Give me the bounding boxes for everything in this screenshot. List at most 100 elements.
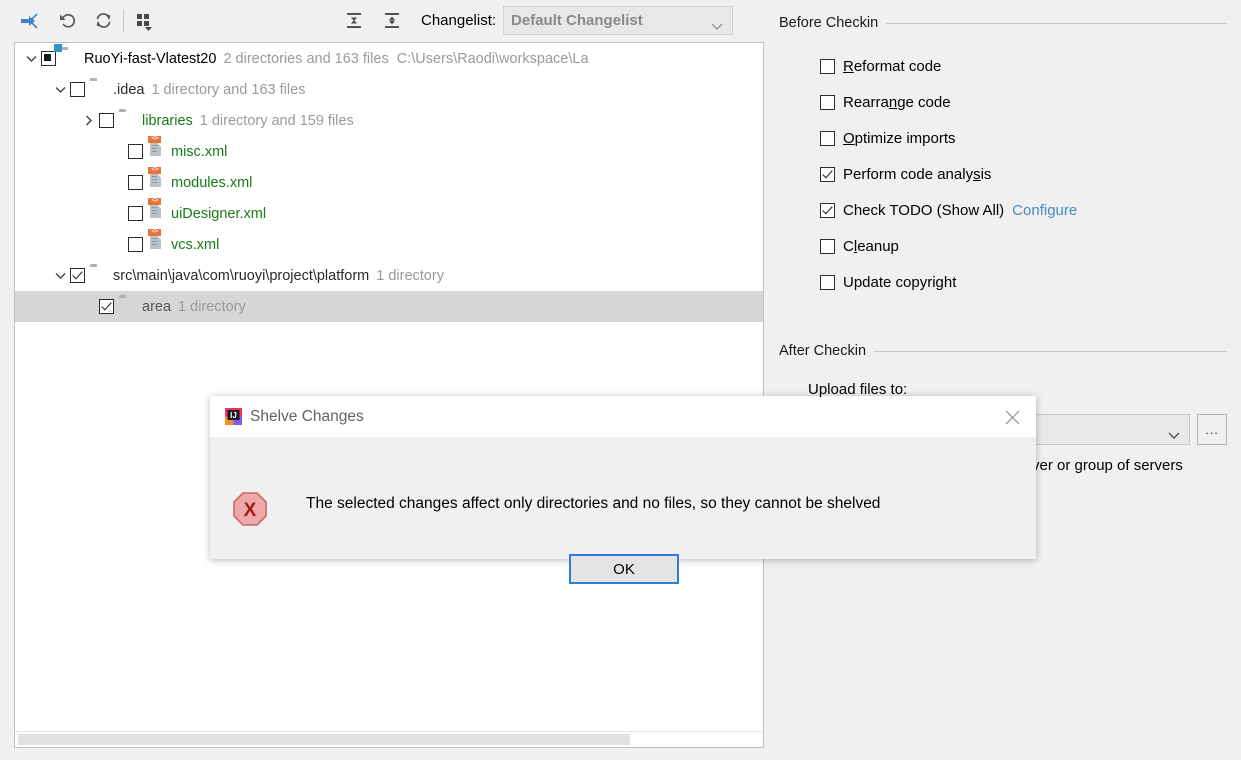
option-update-copyright[interactable]: Update copyright xyxy=(820,274,956,291)
ok-button[interactable]: OK xyxy=(569,554,679,584)
tree-row-path: C:\Users\Raodi\workspace\La xyxy=(396,50,589,67)
tree-row-checkbox[interactable] xyxy=(70,268,85,283)
svg-text:IJ: IJ xyxy=(230,411,237,420)
option-rearrange-code[interactable]: Rearrange code xyxy=(820,94,951,111)
dialog-title: Shelve Changes xyxy=(250,407,364,425)
folder-icon xyxy=(119,112,137,129)
option-perform-code-analysis[interactable]: Perform code analysis xyxy=(820,166,991,183)
option-optimize-imports[interactable]: Optimize imports xyxy=(820,130,956,147)
dialog-message: The selected changes affect only directo… xyxy=(306,495,881,512)
tree-row-name: src\main\java\com\ruoyi\project\platform xyxy=(113,267,370,284)
tree-row[interactable]: .idea 1 directory and 163 files xyxy=(15,74,763,105)
shelve-silently-icon[interactable] xyxy=(14,6,44,36)
rearrange-code-label: Rearrange code xyxy=(843,94,951,111)
rearrange-code-checkbox[interactable] xyxy=(820,95,835,110)
tree-row-checkbox[interactable] xyxy=(128,144,143,159)
collapse-all-icon[interactable] xyxy=(377,6,407,36)
tree-row-name: vcs.xml xyxy=(171,236,220,253)
tree-row[interactable]: <> modules.xml xyxy=(15,167,763,198)
tree-row[interactable]: src\main\java\com\ruoyi\project\platform… xyxy=(15,260,763,291)
intellij-idea-logo-icon: IJ xyxy=(225,408,242,425)
scrollbar-thumb[interactable] xyxy=(18,734,630,745)
tree-expander-collapse-icon[interactable] xyxy=(23,51,39,67)
folder-icon xyxy=(90,81,108,98)
check-todo-checkbox[interactable] xyxy=(820,203,835,218)
toolbar: Changelist: Default Changelist xyxy=(0,0,765,41)
tree-row-name: RuoYi-fast-Vlatest20 xyxy=(84,50,217,67)
xml-file-icon: <> xyxy=(148,136,166,160)
tree-row[interactable]: RuoYi-fast-Vlatest20 2 directories and 16… xyxy=(15,43,763,74)
update-copyright-checkbox[interactable] xyxy=(820,275,835,290)
refresh-icon[interactable] xyxy=(88,6,118,36)
tree-row[interactable]: <> uiDesigner.xml xyxy=(15,198,763,229)
checkin-options-panel: Before Checkin Reformat code Rearrange co… xyxy=(770,0,1241,760)
after-checkin-header: After Checkin xyxy=(779,343,1227,359)
xml-file-icon: <> xyxy=(148,167,166,191)
tree-horizontal-scrollbar[interactable] xyxy=(15,731,763,747)
tree-row-name: misc.xml xyxy=(171,143,228,160)
tree-row[interactable]: <> vcs.xml xyxy=(15,229,763,260)
tree-row-checkbox[interactable] xyxy=(70,82,85,97)
shelve-changes-dialog: IJ Shelve Changes X The selected changes… xyxy=(210,396,1036,584)
upload-server-dropdown[interactable] xyxy=(1030,414,1190,445)
tree-row-name: area xyxy=(142,298,172,315)
configure-link[interactable]: Configure xyxy=(1012,202,1077,219)
option-reformat-code[interactable]: Reformat code xyxy=(820,58,941,75)
dialog-body: X The selected changes affect only direc… xyxy=(210,437,1036,584)
status-strip xyxy=(0,749,765,760)
xml-file-icon: <> xyxy=(148,229,166,253)
folder-icon xyxy=(119,298,137,315)
tree-expander-collapse-icon[interactable] xyxy=(52,82,68,98)
update-copyright-label: Update copyright xyxy=(843,274,957,291)
tree-expander-collapse-icon[interactable] xyxy=(52,268,68,284)
close-icon[interactable] xyxy=(1000,405,1024,429)
tree-row[interactable]: <> misc.xml xyxy=(15,136,763,167)
changes-tree-panel[interactable]: RuoYi-fast-Vlatest20 2 directories and 16… xyxy=(14,42,764,748)
rollback-icon[interactable] xyxy=(52,6,82,36)
group-by-icon[interactable] xyxy=(129,6,159,36)
optimize-imports-checkbox[interactable] xyxy=(820,131,835,146)
reformat-code-checkbox[interactable] xyxy=(820,59,835,74)
tree-row-checkbox[interactable] xyxy=(99,113,114,128)
perform-code-analysis-checkbox[interactable] xyxy=(820,167,835,182)
tree-row[interactable]: libraries 1 directory and 159 files xyxy=(15,105,763,136)
tree-row-info: 1 directory xyxy=(178,298,246,315)
tree-row-checkbox[interactable] xyxy=(41,51,56,66)
tree-row-checkbox[interactable] xyxy=(128,237,143,252)
changes-tree: RuoYi-fast-Vlatest20 2 directories and 16… xyxy=(15,43,763,322)
changelist-dropdown[interactable]: Default Changelist xyxy=(503,6,734,35)
tree-row-name: uiDesigner.xml xyxy=(171,205,267,222)
upload-files-label: Upload files to: xyxy=(808,381,908,398)
svg-text:X: X xyxy=(244,500,257,521)
tree-row[interactable]: area 1 directory xyxy=(15,291,763,322)
upload-browse-button[interactable]: ... xyxy=(1197,414,1227,445)
folder-icon xyxy=(90,267,108,284)
changelist-value: Default Changelist xyxy=(511,12,643,29)
tree-row-name: .idea xyxy=(113,81,145,98)
after-checkin-title: After Checkin xyxy=(779,343,867,359)
option-check-todo[interactable]: Check TODO (Show All) Configure xyxy=(820,202,1077,219)
option-cleanup[interactable]: Cleanup xyxy=(820,238,899,255)
module-folder-icon xyxy=(61,50,79,67)
expand-all-icon[interactable] xyxy=(339,6,369,36)
tree-row-checkbox[interactable] xyxy=(128,175,143,190)
reformat-code-label: Reformat code xyxy=(843,58,942,75)
chevron-down-icon xyxy=(1168,427,1180,443)
before-checkin-header: Before Checkin xyxy=(779,15,1227,31)
tree-expander-expand-icon[interactable] xyxy=(81,113,97,129)
check-todo-label: Check TODO (Show All) xyxy=(843,202,1005,219)
perform-code-analysis-label: Perform code analysis xyxy=(843,166,992,183)
section-divider xyxy=(874,350,1227,352)
tree-row-checkbox[interactable] xyxy=(99,299,114,314)
tree-row-info: 1 directory and 163 files xyxy=(151,81,306,98)
cleanup-checkbox[interactable] xyxy=(820,239,835,254)
tree-row-checkbox[interactable] xyxy=(128,206,143,221)
before-checkin-title: Before Checkin xyxy=(779,15,879,31)
cleanup-label: Cleanup xyxy=(843,238,899,255)
chevron-down-icon xyxy=(711,18,723,34)
tree-row-info: 1 directory and 159 files xyxy=(199,112,354,129)
error-octagon-icon: X xyxy=(232,491,268,527)
changelist-label: Changelist: xyxy=(421,12,497,29)
dialog-titlebar: IJ Shelve Changes xyxy=(210,396,1036,437)
toolbar-separator xyxy=(123,9,124,32)
